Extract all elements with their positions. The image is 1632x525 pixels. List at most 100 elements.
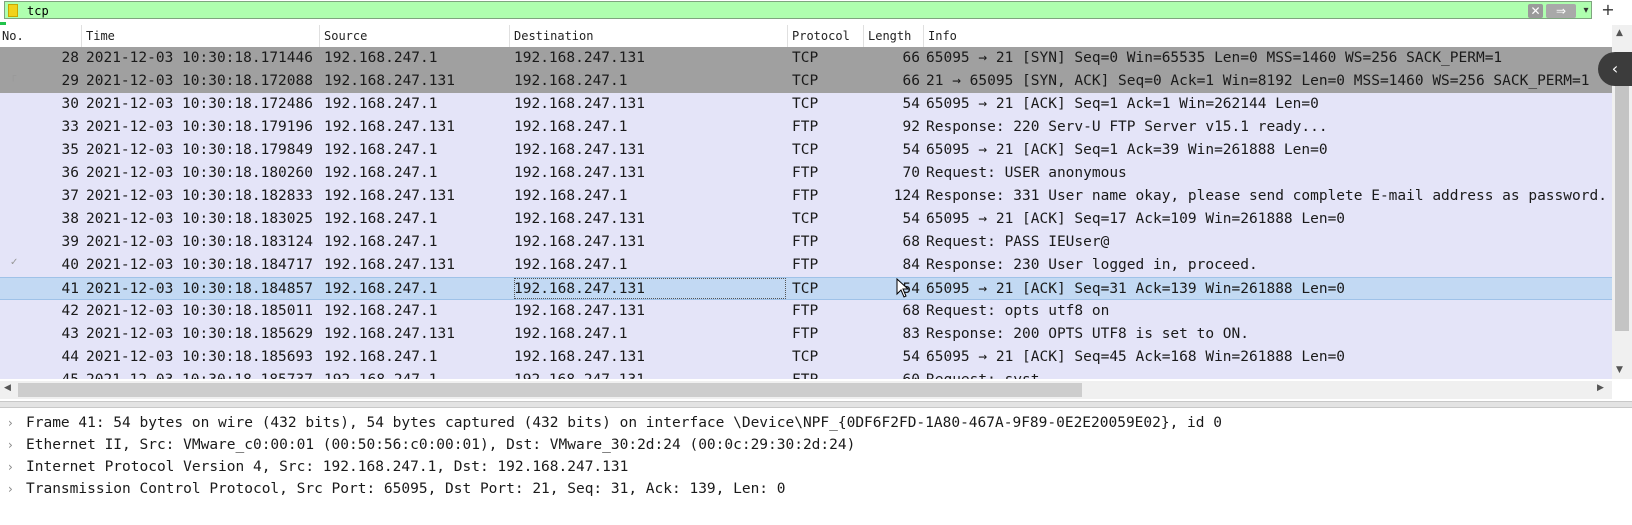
display-filter-input[interactable]: tcp ✕ ⇒ ▾ [4,1,1592,19]
conversation-bracket-icon: ┌ [10,71,17,82]
expand-arrow-icon[interactable]: › [8,434,13,457]
packet-row[interactable]: 35 2021-12-03 10:30:18.179849 192.168.24… [0,139,1612,162]
packet-destination: 192.168.247.131 [514,96,645,112]
display-filter-text[interactable]: tcp [27,2,49,20]
detail-tree-item-frame[interactable]: › Frame 41: 54 bytes on wire (432 bits),… [0,412,1632,435]
packet-row[interactable]: 40 2021-12-03 10:30:18.184717 192.168.24… [0,254,1612,277]
packet-row[interactable]: 43 2021-12-03 10:30:18.185629 192.168.24… [0,323,1612,346]
packet-row[interactable]: 39 2021-12-03 10:30:18.183124 192.168.24… [0,231,1612,254]
packet-row-selected[interactable]: 41 2021-12-03 10:30:18.184857 192.168.24… [0,277,1612,300]
expand-arrow-icon[interactable]: › [8,456,13,479]
packet-no: 42 [61,303,79,319]
horizontal-scroll-thumb[interactable] [18,383,1082,397]
packet-destination: 192.168.247.1 [514,188,628,204]
packet-no: 45 [0,369,79,379]
packet-length: 68 [902,234,920,250]
bookmark-icon[interactable] [8,4,18,17]
packet-no: 41 [61,281,79,297]
detail-tree-item-tcp[interactable]: › Transmission Control Protocol, Src Por… [0,478,1632,501]
packet-row[interactable]: 29 2021-12-03 10:30:18.172088 192.168.24… [0,70,1612,93]
packet-source: 192.168.247.1 [324,234,438,250]
apply-filter-button[interactable]: ⇒ [1546,4,1576,18]
column-header-source[interactable]: Source [320,25,510,47]
packet-destination: 192.168.247.131 [514,50,645,66]
packet-source: 192.168.247.131 [324,257,455,273]
packet-info: 65095 → 21 [ACK] Seq=1 Ack=1 Win=262144 … [926,96,1319,112]
packet-info: Response: 331 User name okay, please sen… [926,188,1607,204]
collapse-side-panel-icon[interactable]: ‹ [1598,52,1632,86]
packet-row[interactable]: 36 2021-12-03 10:30:18.180260 192.168.24… [0,162,1612,185]
packet-info: 65095 → 21 [ACK] Seq=17 Ack=109 Win=2618… [926,211,1346,227]
packet-row[interactable]: 42 2021-12-03 10:30:18.185011 192.168.24… [0,300,1612,323]
column-header-destination[interactable]: Destination [510,25,788,47]
packet-length: 66 [902,50,920,66]
packet-source: 192.168.247.131 [324,326,455,342]
expand-arrow-icon[interactable]: › [8,478,13,501]
packet-row[interactable]: 44 2021-12-03 10:30:18.185693 192.168.24… [0,346,1612,369]
packet-info: Request: USER anonymous [926,165,1127,181]
packet-info: 65095 → 21 [ACK] Seq=45 Ack=168 Win=2618… [926,349,1346,365]
packet-destination: 192.168.247.131 [514,142,645,158]
packet-source: 192.168.247.1 [324,142,438,158]
packet-time: 2021-12-03 10:30:18.185737 [86,369,313,379]
filter-history-dropdown-icon[interactable]: ▾ [1579,3,1593,19]
packet-protocol: FTP [792,234,819,250]
packet-no: 36 [61,165,79,181]
packet-row[interactable]: 45 2021-12-03 10:30:18.185737 192.168.24… [0,369,1612,379]
packet-no: 39 [61,234,79,250]
packet-no: 30 [61,96,79,112]
scroll-down-icon[interactable]: ▼ [1616,365,1623,375]
packet-no: 35 [61,142,79,158]
packet-length: 54 [902,349,920,365]
pane-splitter[interactable] [0,401,1632,408]
packet-time: 2021-12-03 10:30:18.180260 [86,165,313,181]
vertical-scroll-thumb[interactable] [1615,60,1629,331]
packet-time: 2021-12-03 10:30:18.182833 [86,188,313,204]
scroll-left-icon[interactable]: ◀ [4,383,11,393]
packet-destination: 192.168.247.131 [514,165,645,181]
scroll-right-icon[interactable]: ▶ [1597,383,1604,393]
packet-row[interactable]: 30 2021-12-03 10:30:18.172486 192.168.24… [0,93,1612,116]
packet-row[interactable]: 28 2021-12-03 10:30:18.171446 192.168.24… [0,47,1612,70]
packet-time: 2021-12-03 10:30:18.185011 [86,303,313,319]
packet-no: 28 [61,50,79,66]
packet-row[interactable]: 38 2021-12-03 10:30:18.183025 192.168.24… [0,208,1612,231]
expand-arrow-icon[interactable]: › [8,412,13,435]
packet-protocol: FTP [792,369,818,379]
scroll-up-icon[interactable]: ▲ [1616,28,1623,38]
packet-length: 124 [893,188,920,204]
packet-source: 192.168.247.1 [324,96,438,112]
packet-length: 54 [902,211,920,227]
packet-destination: 192.168.247.131 [514,349,645,365]
packet-info: Response: 220 Serv-U FTP Server v15.1 re… [926,119,1328,135]
column-header-time[interactable]: Time [82,25,320,47]
packet-no: 33 [61,119,79,135]
packet-row[interactable]: 33 2021-12-03 10:30:18.179196 192.168.24… [0,116,1612,139]
packet-destination: 192.168.247.1 [514,119,628,135]
packet-time: 2021-12-03 10:30:18.185629 [86,326,313,342]
packet-length: 84 [902,257,920,273]
packet-details-pane: › Frame 41: 54 bytes on wire (432 bits),… [0,408,1632,525]
column-header-info[interactable]: Info [924,25,1612,47]
column-header-protocol[interactable]: Protocol [788,25,864,47]
column-header-no[interactable]: No. [0,25,82,47]
packet-row[interactable]: 37 2021-12-03 10:30:18.182833 192.168.24… [0,185,1612,208]
packet-time: 2021-12-03 10:30:18.179849 [86,142,313,158]
packet-protocol: TCP [792,142,819,158]
column-header-length[interactable]: Length [864,25,924,47]
packet-length: 60 [868,369,920,379]
packet-source: 192.168.247.1 [324,349,438,365]
packet-list: 28 2021-12-03 10:30:18.171446 192.168.24… [0,47,1612,379]
add-filter-button[interactable]: + [1600,0,1616,20]
detail-tree-item-ethernet[interactable]: › Ethernet II, Src: VMware_c0:00:01 (00:… [0,434,1632,457]
packet-source: 192.168.247.1 [324,369,438,379]
packet-length: 68 [902,303,920,319]
packet-no: 44 [61,349,79,365]
packet-protocol: FTP [792,257,819,273]
packet-protocol: FTP [792,326,819,342]
clear-filter-icon[interactable]: ✕ [1528,4,1543,18]
packet-protocol: TCP [792,349,819,365]
packet-protocol: FTP [792,165,819,181]
detail-tree-item-ipv4[interactable]: › Internet Protocol Version 4, Src: 192.… [0,456,1632,479]
packet-no: 38 [61,211,79,227]
